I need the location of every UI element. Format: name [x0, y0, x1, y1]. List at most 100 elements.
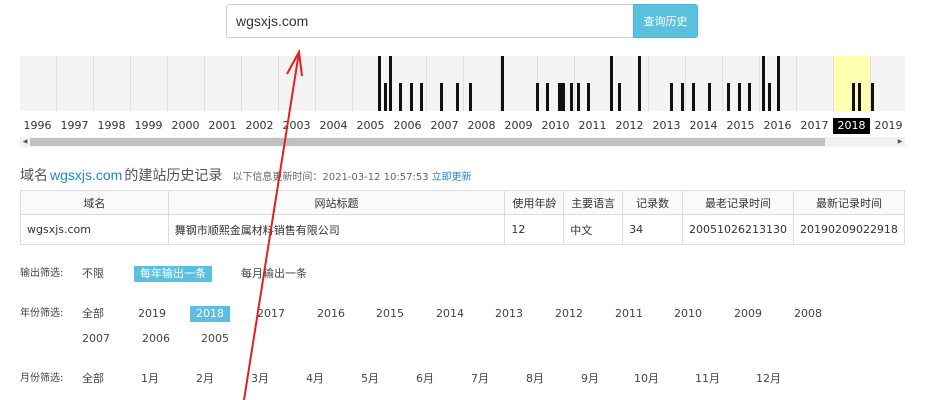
timeline-column-2003[interactable]	[279, 56, 316, 111]
timeline-year-2002[interactable]: 2002	[241, 118, 278, 134]
timeline-record-bar[interactable]	[469, 83, 472, 111]
timeline-record-bar[interactable]	[852, 83, 855, 111]
timeline-year-2009[interactable]: 2009	[500, 118, 537, 134]
timeline-record-bar[interactable]	[501, 56, 504, 111]
month-option-8[interactable]: 8月	[526, 371, 544, 387]
timeline-record-bar[interactable]	[762, 56, 765, 111]
timeline-record-bar[interactable]	[410, 83, 413, 111]
month-option-2[interactable]: 2月	[196, 371, 214, 387]
timeline-column-2019[interactable]	[871, 56, 905, 111]
month-option-all[interactable]: 全部	[82, 371, 104, 387]
timeline-column-2017[interactable]	[797, 56, 834, 111]
timeline-record-bar[interactable]	[738, 83, 741, 111]
timeline-column-1999[interactable]	[131, 56, 168, 111]
timeline-chart[interactable]	[20, 56, 905, 111]
month-option-4[interactable]: 4月	[306, 371, 324, 387]
year-option-2017[interactable]: 2017	[257, 306, 285, 322]
year-option-2007[interactable]: 2007	[82, 331, 110, 347]
month-option-11[interactable]: 11月	[695, 371, 720, 387]
timeline-record-bar[interactable]	[748, 83, 751, 111]
year-option-2005[interactable]: 2005	[201, 331, 229, 347]
timeline-record-bar[interactable]	[681, 83, 684, 111]
timeline-column-2011[interactable]	[575, 56, 612, 111]
timeline-year-2004[interactable]: 2004	[315, 118, 352, 134]
month-option-7[interactable]: 7月	[471, 371, 489, 387]
timeline-record-bar[interactable]	[610, 56, 613, 111]
timeline-record-bar[interactable]	[777, 56, 780, 111]
timeline-record-bar[interactable]	[420, 83, 423, 111]
timeline-record-bar[interactable]	[440, 83, 443, 111]
timeline-record-bar[interactable]	[670, 83, 673, 111]
timeline-year-2014[interactable]: 2014	[685, 118, 722, 134]
timeline-record-bar[interactable]	[727, 83, 730, 111]
timeline-record-bar[interactable]	[536, 83, 539, 111]
timeline-record-bar[interactable]	[618, 83, 621, 111]
timeline-column-1998[interactable]	[94, 56, 131, 111]
year-option-2012[interactable]: 2012	[555, 306, 583, 322]
month-option-12[interactable]: 12月	[756, 371, 781, 387]
timeline-record-bar[interactable]	[389, 56, 392, 111]
timeline-year-2010[interactable]: 2010	[537, 118, 574, 134]
timeline-year-2012[interactable]: 2012	[611, 118, 648, 134]
timeline-year-1998[interactable]: 1998	[93, 118, 130, 134]
update-now-link[interactable]: 立即更新	[432, 168, 472, 183]
timeline-record-bar[interactable]	[378, 56, 381, 111]
domain-search-input[interactable]	[226, 4, 633, 38]
timeline-record-bar[interactable]	[570, 83, 573, 111]
timeline-year-2019[interactable]: 2019	[870, 118, 907, 134]
timeline-column-2000[interactable]	[168, 56, 205, 111]
timeline-column-2004[interactable]	[316, 56, 353, 111]
timeline-year-2018[interactable]: 2018	[833, 118, 870, 134]
timeline-year-2000[interactable]: 2000	[167, 118, 204, 134]
year-option-2019[interactable]: 2019	[138, 306, 166, 322]
output-option-unlimited[interactable]: 不限	[82, 266, 104, 282]
timeline-record-bar[interactable]	[577, 83, 580, 111]
query-history-button[interactable]: 查询历史	[633, 4, 698, 38]
output-option-yearly[interactable]: 每年输出一条	[134, 266, 212, 282]
timeline-year-2013[interactable]: 2013	[648, 118, 685, 134]
timeline-record-bar[interactable]	[456, 83, 459, 111]
timeline-year-2006[interactable]: 2006	[389, 118, 426, 134]
scroll-left-icon[interactable]: ◀	[20, 137, 30, 147]
timeline-column-2001[interactable]	[205, 56, 242, 111]
timeline-record-bar[interactable]	[384, 83, 387, 111]
timeline-year-2008[interactable]: 2008	[463, 118, 500, 134]
timeline-year-2017[interactable]: 2017	[796, 118, 833, 134]
year-option-2011[interactable]: 2011	[615, 306, 643, 322]
timeline-year-2016[interactable]: 2016	[759, 118, 796, 134]
timeline-year-2015[interactable]: 2015	[722, 118, 759, 134]
year-option-2006[interactable]: 2006	[142, 331, 170, 347]
timeline-record-bar[interactable]	[546, 83, 549, 111]
timeline-year-2007[interactable]: 2007	[426, 118, 463, 134]
month-option-10[interactable]: 10月	[634, 371, 659, 387]
timeline-scrollbar[interactable]: ◀ ▶	[20, 137, 905, 147]
timeline-year-1999[interactable]: 1999	[130, 118, 167, 134]
year-option-2013[interactable]: 2013	[495, 306, 523, 322]
month-option-3[interactable]: 3月	[251, 371, 269, 387]
year-option-2016[interactable]: 2016	[317, 306, 345, 322]
month-option-6[interactable]: 6月	[416, 371, 434, 387]
timeline-column-2002[interactable]	[242, 56, 279, 111]
year-option-2010[interactable]: 2010	[674, 306, 702, 322]
month-option-5[interactable]: 5月	[361, 371, 379, 387]
timeline-column-2009[interactable]	[501, 56, 538, 111]
month-option-1[interactable]: 1月	[141, 371, 159, 387]
year-option-2009[interactable]: 2009	[734, 306, 762, 322]
month-option-9[interactable]: 9月	[581, 371, 599, 387]
timeline-record-bar[interactable]	[399, 83, 402, 111]
timeline-year-1996[interactable]: 1996	[19, 118, 56, 134]
timeline-scroll-thumb[interactable]	[30, 138, 825, 146]
heading-domain-link[interactable]: wgsxjs.com	[50, 167, 122, 183]
timeline-year-1997[interactable]: 1997	[56, 118, 93, 134]
year-option-2015[interactable]: 2015	[376, 306, 404, 322]
output-option-monthly[interactable]: 每月输出一条	[241, 266, 307, 282]
timeline-column-1996[interactable]	[20, 56, 57, 111]
timeline-column-1997[interactable]	[57, 56, 94, 111]
timeline-record-bar[interactable]	[708, 83, 711, 111]
timeline-record-bar[interactable]	[692, 83, 695, 111]
timeline-year-2001[interactable]: 2001	[204, 118, 241, 134]
timeline-year-2005[interactable]: 2005	[352, 118, 389, 134]
timeline-record-bar[interactable]	[587, 83, 590, 111]
timeline-record-bar[interactable]	[768, 83, 771, 111]
timeline-record-bar[interactable]	[871, 83, 874, 111]
